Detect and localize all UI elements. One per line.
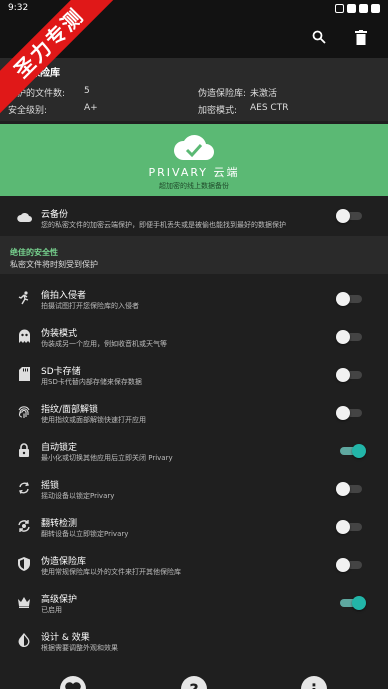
- shake-icon: [16, 480, 32, 496]
- app-bar: [0, 16, 388, 58]
- setting-subtitle: 伪装成另一个应用，例如收音机或天气等: [41, 340, 167, 348]
- setting-row[interactable]: 偷拍入侵者 拍摄试图打开您保险库的入侵者: [0, 280, 388, 318]
- status-bar: 9:32: [0, 0, 388, 16]
- setting-row[interactable]: 高级保护 已启用: [0, 584, 388, 622]
- cloud-backup-subtitle: 您的私密文件的加密云端保护，即便手机丢失或是被偷也能找到最好的数据保护: [41, 221, 286, 229]
- setting-subtitle: 最小化或切换其他应用后立即关闭 Privary: [41, 454, 173, 462]
- setting-title: 指纹/面部解锁: [41, 405, 99, 415]
- setting-toggle[interactable]: [336, 406, 366, 420]
- setting-title: SD卡存储: [41, 367, 81, 377]
- setting-toggle[interactable]: [336, 444, 366, 458]
- help-icon[interactable]: ?: [181, 676, 207, 689]
- setting-row[interactable]: 设计 & 效果 根据需要调整外观和效果: [0, 622, 388, 660]
- setting-row[interactable]: 指纹/面部解锁 使用指纹或面部解锁快速打开应用: [0, 394, 388, 432]
- signal-icon: [359, 3, 368, 13]
- setting-toggle[interactable]: [336, 596, 366, 610]
- setting-subtitle: 根据需要调整外观和效果: [41, 644, 118, 652]
- fingerprint-icon: [16, 404, 32, 420]
- banner-title: PRIVARY 云端: [148, 166, 240, 179]
- setting-subtitle: 翻转设备以立即锁定Privary: [41, 530, 129, 538]
- setting-title: 摇锁: [41, 481, 60, 491]
- security-level-value: A+: [84, 103, 98, 113]
- setting-title: 翻转检测: [41, 519, 78, 529]
- running-man-icon: [16, 290, 32, 306]
- setting-title: 伪造保险库: [41, 557, 87, 567]
- more-icon[interactable]: ⋮: [301, 676, 327, 689]
- setting-row[interactable]: 伪造保险库 使用常规保险库以外的文件来打开其他保险库: [0, 546, 388, 584]
- wifi-icon: [347, 3, 356, 13]
- protected-files-value: 5: [84, 86, 90, 96]
- heart-icon[interactable]: [60, 676, 86, 689]
- decoy-vault-value: 未激活: [250, 89, 278, 99]
- encryption-mode-value: AES CTR: [250, 103, 289, 113]
- vault-title: 保险库: [30, 68, 60, 79]
- bottom-nav: ? ⋮: [0, 671, 388, 689]
- setting-toggle[interactable]: [336, 482, 366, 496]
- setting-toggle[interactable]: [336, 520, 366, 534]
- setting-toggle[interactable]: [336, 330, 366, 344]
- cloud-banner[interactable]: PRIVARY 云端 超加密的线上数据备份: [0, 124, 388, 196]
- setting-subtitle: 拍摄试图打开您保险库的入侵者: [41, 302, 139, 310]
- decoy-vault-label: 伪造保险库:: [198, 89, 247, 99]
- cloud-icon: [16, 209, 32, 225]
- cloud-backup-row[interactable]: 云备份 您的私密文件的加密云端保护，即便手机丢失或是被偷也能找到最好的数据保护: [0, 200, 388, 234]
- crown-icon: [16, 594, 32, 610]
- setting-toggle[interactable]: [336, 368, 366, 382]
- setting-subtitle: 使用指纹或面部解锁快速打开应用: [41, 416, 146, 424]
- ghost-icon: [16, 328, 32, 344]
- setting-toggle[interactable]: [336, 558, 366, 572]
- cloud-check-icon: [173, 135, 214, 160]
- setting-title: 设计 & 效果: [41, 633, 90, 643]
- setting-title: 自动锁定: [41, 443, 78, 453]
- cloud-backup-title: 云备份: [41, 210, 69, 220]
- setting-row[interactable]: 摇锁 摇动设备以锁定Privary: [0, 470, 388, 508]
- vault-info: 保险库 保护的文件数: 5 伪造保险库: 未激活 安全级别: A+ 加密模式: …: [0, 58, 388, 121]
- section-heading: 绝佳的安全性: [10, 248, 58, 257]
- shield-icon: [16, 556, 32, 572]
- trash-icon[interactable]: [350, 26, 372, 48]
- protected-files-label: 保护的文件数:: [8, 89, 66, 99]
- security-section-header: 绝佳的安全性 私密文件将时刻受到保护: [0, 236, 388, 274]
- contrast-icon: [16, 632, 32, 648]
- setting-row[interactable]: 翻转检测 翻转设备以立即锁定Privary: [0, 508, 388, 546]
- lock-icon: [16, 442, 32, 458]
- encryption-mode-label: 加密模式:: [198, 106, 238, 116]
- section-subheading: 私密文件将时刻受到保护: [10, 260, 98, 269]
- security-level-label: 安全级别:: [8, 106, 48, 116]
- search-icon[interactable]: [308, 26, 330, 48]
- setting-row[interactable]: 自动锁定 最小化或切换其他应用后立即关闭 Privary: [0, 432, 388, 470]
- cloud-backup-toggle[interactable]: [336, 209, 366, 223]
- setting-title: 偷拍入侵者: [41, 291, 87, 301]
- setting-toggle[interactable]: [336, 292, 366, 306]
- vibrate-icon: [335, 3, 344, 13]
- setting-subtitle: 用SD卡代替内部存储来保存数据: [41, 378, 142, 386]
- setting-subtitle: 已启用: [41, 606, 62, 614]
- setting-title: 高级保护: [41, 595, 78, 605]
- battery-icon: [371, 3, 380, 13]
- setting-subtitle: 摇动设备以锁定Privary: [41, 492, 115, 500]
- status-time: 9:32: [8, 3, 29, 13]
- setting-subtitle: 使用常规保险库以外的文件来打开其他保险库: [41, 568, 181, 576]
- setting-title: 伪装模式: [41, 329, 78, 339]
- banner-subtitle: 超加密的线上数据备份: [159, 182, 229, 190]
- setting-row[interactable]: SD卡存储 用SD卡代替内部存储来保存数据: [0, 356, 388, 394]
- flip-icon: [16, 518, 32, 534]
- status-icons: [335, 3, 380, 13]
- setting-row[interactable]: 伪装模式 伪装成另一个应用，例如收音机或天气等: [0, 318, 388, 356]
- sd-card-icon: [16, 366, 32, 382]
